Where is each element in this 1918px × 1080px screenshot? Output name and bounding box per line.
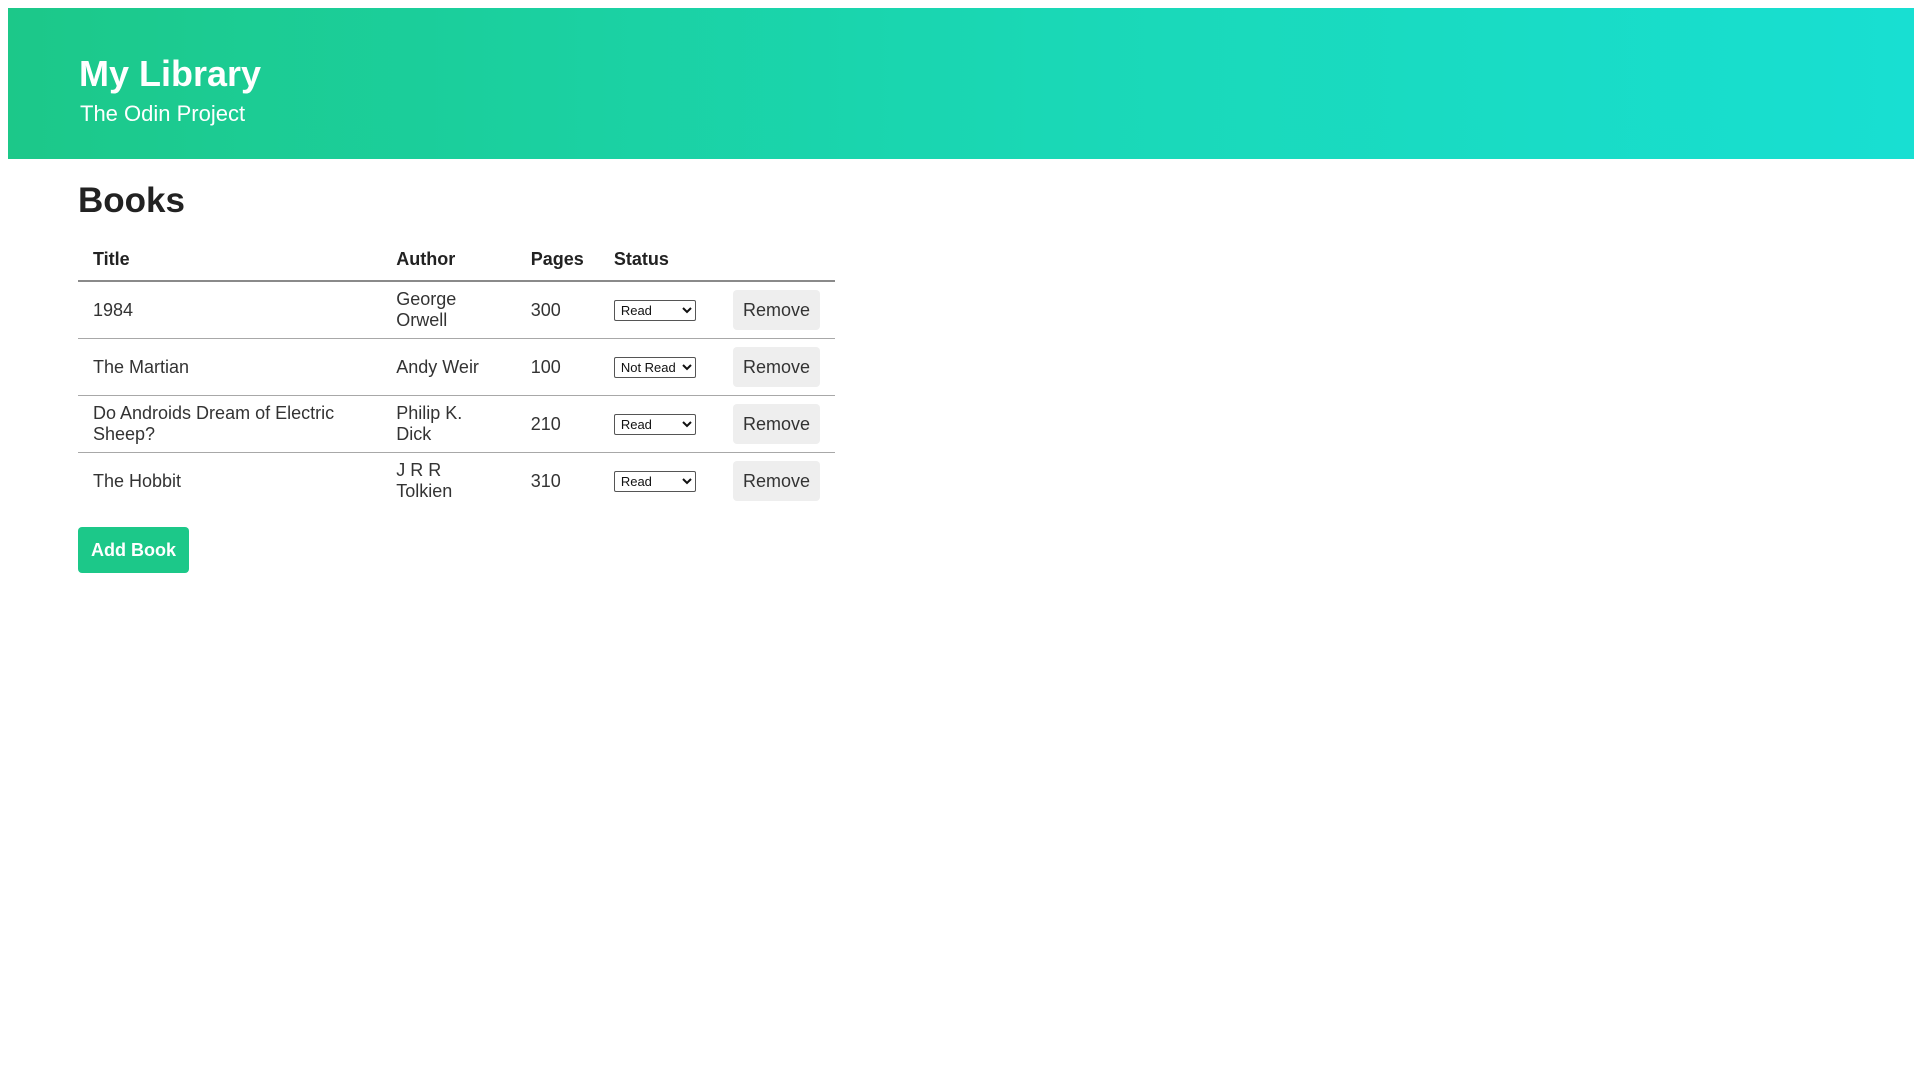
table-row: Do Androids Dream of Electric Sheep? Phi… <box>78 395 835 453</box>
main-content: Books Title Author Pages Status 1984 Geo… <box>78 170 835 573</box>
status-select[interactable]: Not Read <box>613 357 696 378</box>
remove-button[interactable]: Remove <box>732 347 820 387</box>
status-select[interactable]: Read <box>613 300 696 321</box>
book-author: Philip K. Dick <box>381 395 516 453</box>
book-status-cell: Read <box>598 395 718 453</box>
book-status-cell: Read <box>599 453 718 510</box>
book-pages: 210 <box>515 395 599 453</box>
book-pages: 300 <box>515 281 599 339</box>
book-actions-cell: Remove <box>718 453 835 510</box>
app-header: My Library The Odin Project <box>8 8 1914 159</box>
books-table: Title Author Pages Status 1984 George Or… <box>78 246 835 509</box>
book-status-cell: Not Read <box>598 338 718 396</box>
column-header-title: Title <box>78 246 382 282</box>
page-title: Books <box>78 181 185 220</box>
remove-button[interactable]: Remove <box>732 461 820 501</box>
book-pages: 100 <box>515 338 599 396</box>
book-actions-cell: Remove <box>717 395 835 453</box>
book-actions-cell: Remove <box>717 338 835 396</box>
book-pages: 310 <box>530 470 561 491</box>
table-header-row: Title Author Pages Status <box>78 246 835 282</box>
remove-button[interactable]: Remove <box>732 404 820 444</box>
table-row: The Hobbit J R R Tolkien 310 Read Remove <box>78 453 835 510</box>
book-actions-cell: Remove <box>717 281 835 339</box>
column-header-pages: Pages <box>515 246 599 282</box>
status-select[interactable]: Read <box>613 471 696 492</box>
app-title: My Library <box>79 53 262 94</box>
book-title: Do Androids Dream of Electric Sheep? <box>78 395 382 453</box>
column-header-status: Status <box>598 246 718 282</box>
book-author: George Orwell <box>381 281 516 339</box>
book-author: J R R Tolkien <box>396 460 453 501</box>
column-header-actions <box>717 246 835 282</box>
remove-button[interactable]: Remove <box>732 290 820 330</box>
table-row: The Martian Andy Weir 100 Not Read Remov… <box>78 338 835 396</box>
book-title: 1984 <box>78 281 382 339</box>
book-title: The Martian <box>78 338 382 396</box>
book-author: Andy Weir <box>381 338 516 396</box>
table-row: 1984 George Orwell 300 Read Remove <box>78 281 835 339</box>
column-header-author: Author <box>381 246 516 282</box>
book-title: The Hobbit <box>93 470 182 491</box>
status-select[interactable]: Read <box>613 414 696 435</box>
book-status-cell: Read <box>598 281 718 339</box>
add-book-button[interactable]: Add Book <box>78 527 189 573</box>
app-subtitle: The Odin Project <box>80 101 246 126</box>
